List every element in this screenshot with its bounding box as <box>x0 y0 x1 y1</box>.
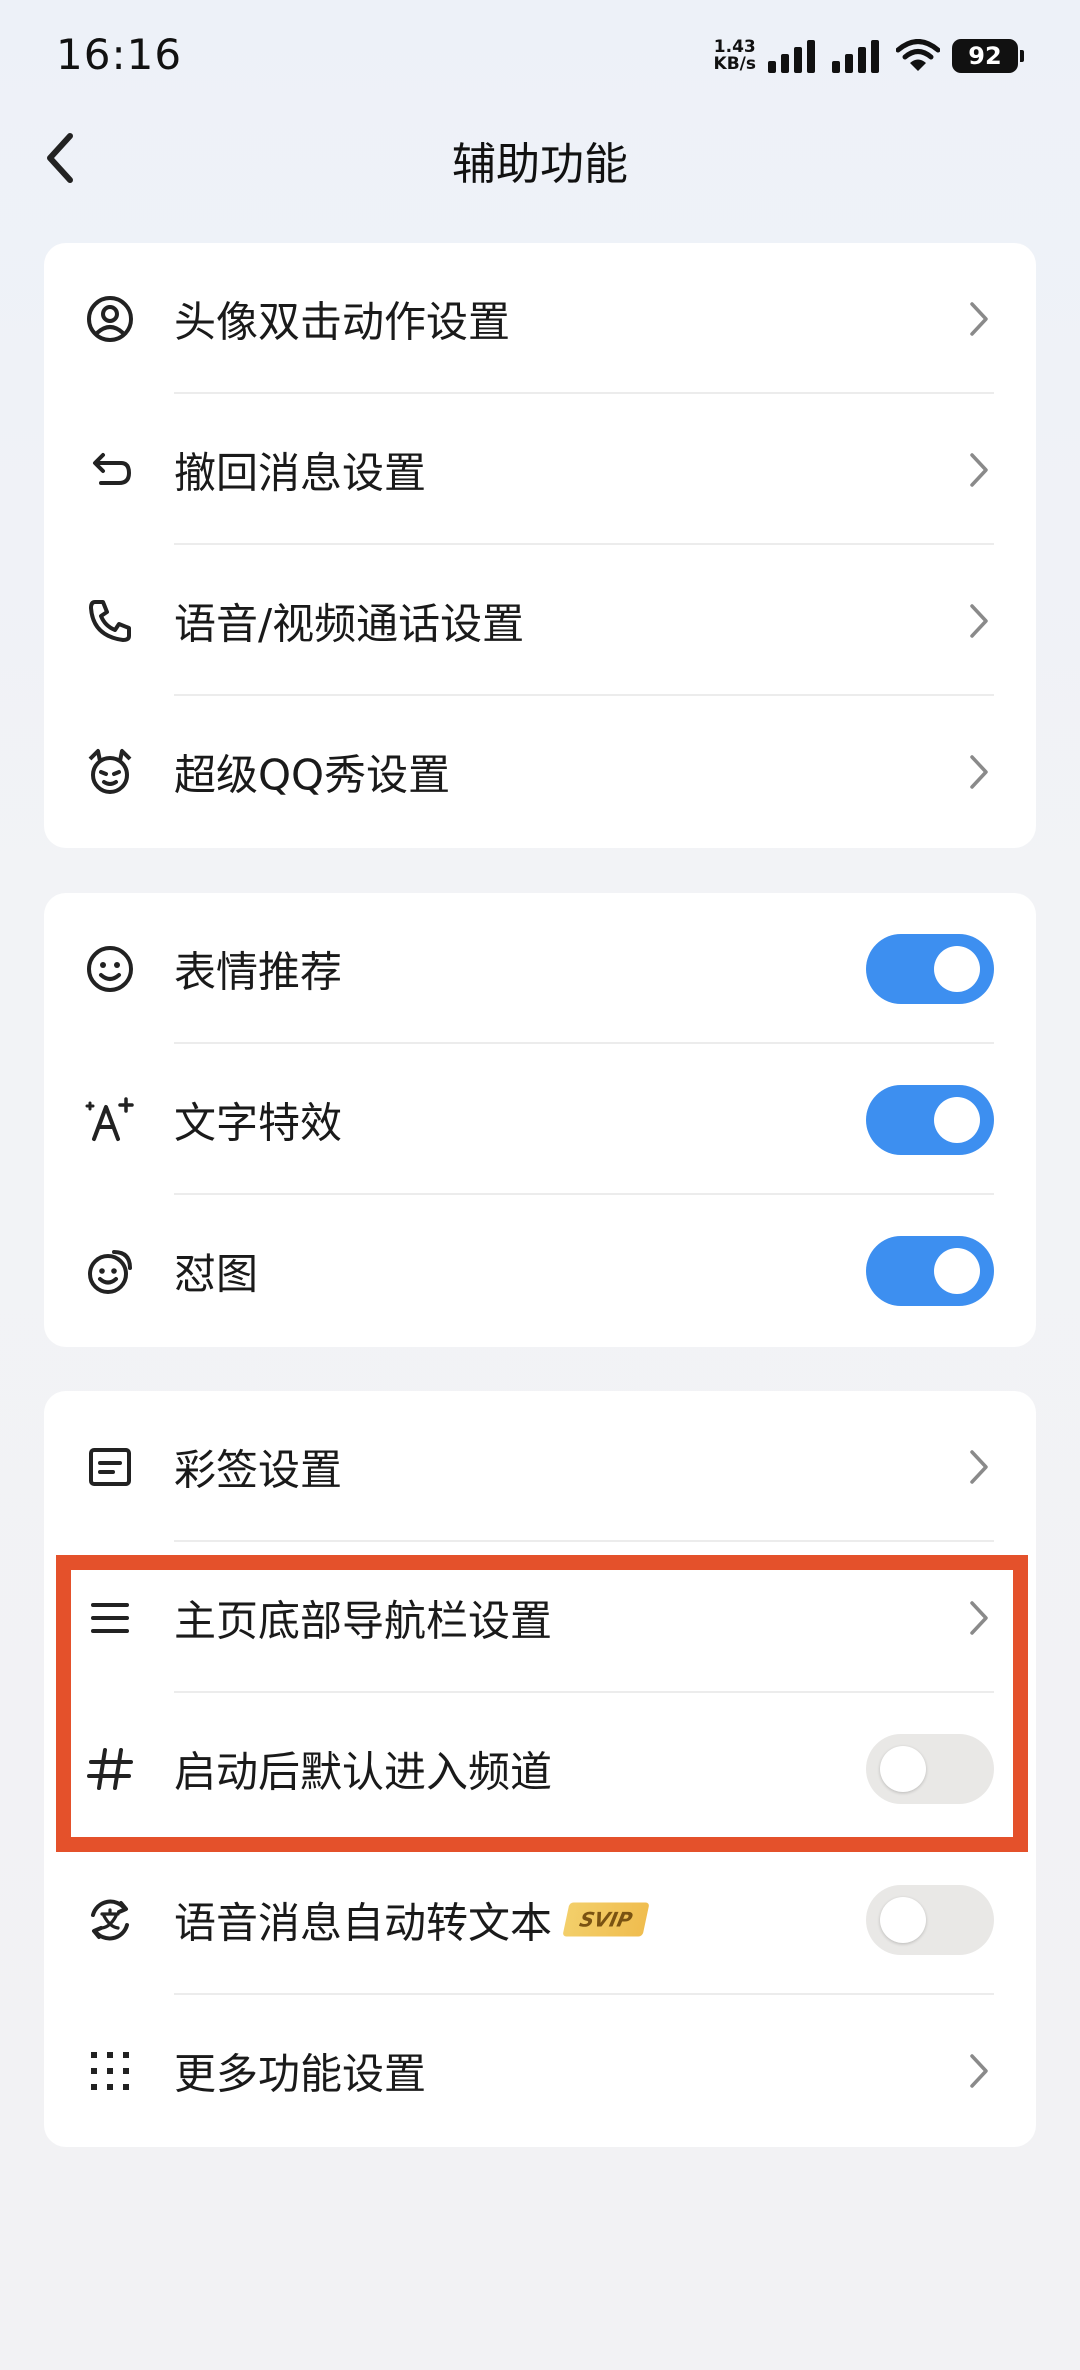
setting-row-avatar-double-tap[interactable]: 头像双击动作设置 <box>44 243 1036 394</box>
settings-group-1: 头像双击动作设置 撤回消息设置 语音/视频通话设置 超级QQ秀设置 <box>44 243 1036 848</box>
setting-row-call-settings[interactable]: 语音/视频通话设置 <box>44 545 1036 696</box>
hashtag-icon <box>84 1743 136 1795</box>
undo-arrow-icon <box>84 444 136 496</box>
toggle-knob <box>880 1745 926 1792</box>
note-card-icon <box>84 1441 136 1493</box>
voice-to-text-toggle[interactable] <box>866 1884 994 1955</box>
setting-label: 启动后默认进入频道 <box>174 1747 553 1796</box>
qq-show-face-icon <box>84 746 136 798</box>
setting-label: 主页底部导航栏设置 <box>174 1596 553 1645</box>
setting-row-more-features[interactable]: 更多功能设置 <box>44 1995 1036 2146</box>
setting-label: 怼图 <box>174 1249 259 1298</box>
page-title: 辅助功能 <box>452 139 628 190</box>
setting-row-recall-message[interactable]: 撤回消息设置 <box>44 394 1036 545</box>
voice-to-text-icon <box>84 1894 136 1946</box>
setting-row-color-tags[interactable]: 彩签设置 <box>44 1391 1036 1542</box>
setting-row-default-channel: 启动后默认进入频道 <box>44 1693 1036 1844</box>
chevron-right-icon <box>964 752 994 792</box>
avatar-circle-icon <box>84 293 136 345</box>
text-sparkle-icon <box>84 1094 136 1146</box>
toggle-knob <box>880 1896 926 1943</box>
network-speed: 1.43 KB/s <box>714 39 756 73</box>
swirl-smiley-icon <box>84 1245 136 1297</box>
toggle-knob <box>934 945 980 992</box>
setting-label: 表情推荐 <box>174 947 343 996</box>
signal-icon <box>768 40 815 73</box>
signal-icon <box>832 40 879 73</box>
text-effects-toggle[interactable] <box>866 1084 994 1155</box>
phone-icon <box>84 595 136 647</box>
chevron-right-icon <box>964 601 994 641</box>
grid-dots-icon <box>84 2045 136 2097</box>
setting-label: 头像双击动作设置 <box>174 297 511 346</box>
chevron-right-icon <box>964 299 994 339</box>
smiley-icon <box>84 943 136 995</box>
chevron-right-icon <box>964 450 994 490</box>
wifi-icon <box>896 39 940 71</box>
svip-badge: SVIP <box>562 1902 650 1937</box>
chevron-right-icon <box>964 1598 994 1638</box>
setting-row-voice-to-text: 语音消息自动转文本 SVIP <box>44 1844 1036 1995</box>
setting-row-emoji-recommend: 表情推荐 <box>44 893 1036 1044</box>
setting-label-text: 语音消息自动转文本 <box>174 1898 553 1947</box>
menu-lines-icon <box>84 1592 136 1644</box>
chevron-right-icon <box>964 2051 994 2091</box>
setting-label: 语音/视频通话设置 <box>174 599 525 648</box>
default-channel-toggle[interactable] <box>866 1733 994 1804</box>
header: 辅助功能 <box>0 100 1080 220</box>
setting-label: 超级QQ秀设置 <box>174 750 451 799</box>
emoji-recommend-toggle[interactable] <box>866 933 994 1004</box>
setting-row-bottom-nav[interactable]: 主页底部导航栏设置 <box>44 1542 1036 1693</box>
setting-label: 文字特效 <box>174 1098 343 1147</box>
status-bar: 16:16 1.43 KB/s 92 <box>0 0 1080 110</box>
toggle-knob <box>934 1247 980 1294</box>
dui-tu-toggle[interactable] <box>866 1235 994 1306</box>
setting-row-qq-show[interactable]: 超级QQ秀设置 <box>44 696 1036 847</box>
settings-group-2: 表情推荐 文字特效 怼图 <box>44 893 1036 1347</box>
battery-indicator: 92 <box>952 39 1024 73</box>
status-time: 16:16 <box>56 30 183 79</box>
setting-label: 彩签设置 <box>174 1445 343 1494</box>
setting-label: 语音消息自动转文本 SVIP <box>174 1889 650 1950</box>
settings-group-3: 彩签设置 主页底部导航栏设置 启动后默认进入频道 语音消息自动转文本 SVIP <box>44 1391 1036 2147</box>
network-speed-unit: KB/s <box>713 54 756 74</box>
chevron-right-icon <box>964 1447 994 1487</box>
status-icons: 1.43 KB/s 92 <box>714 36 1024 76</box>
setting-label: 撤回消息设置 <box>174 448 427 497</box>
setting-row-dui-tu: 怼图 <box>44 1195 1036 1346</box>
setting-row-text-effects: 文字特效 <box>44 1044 1036 1195</box>
toggle-knob <box>934 1096 980 1143</box>
setting-label: 更多功能设置 <box>174 2049 427 2098</box>
